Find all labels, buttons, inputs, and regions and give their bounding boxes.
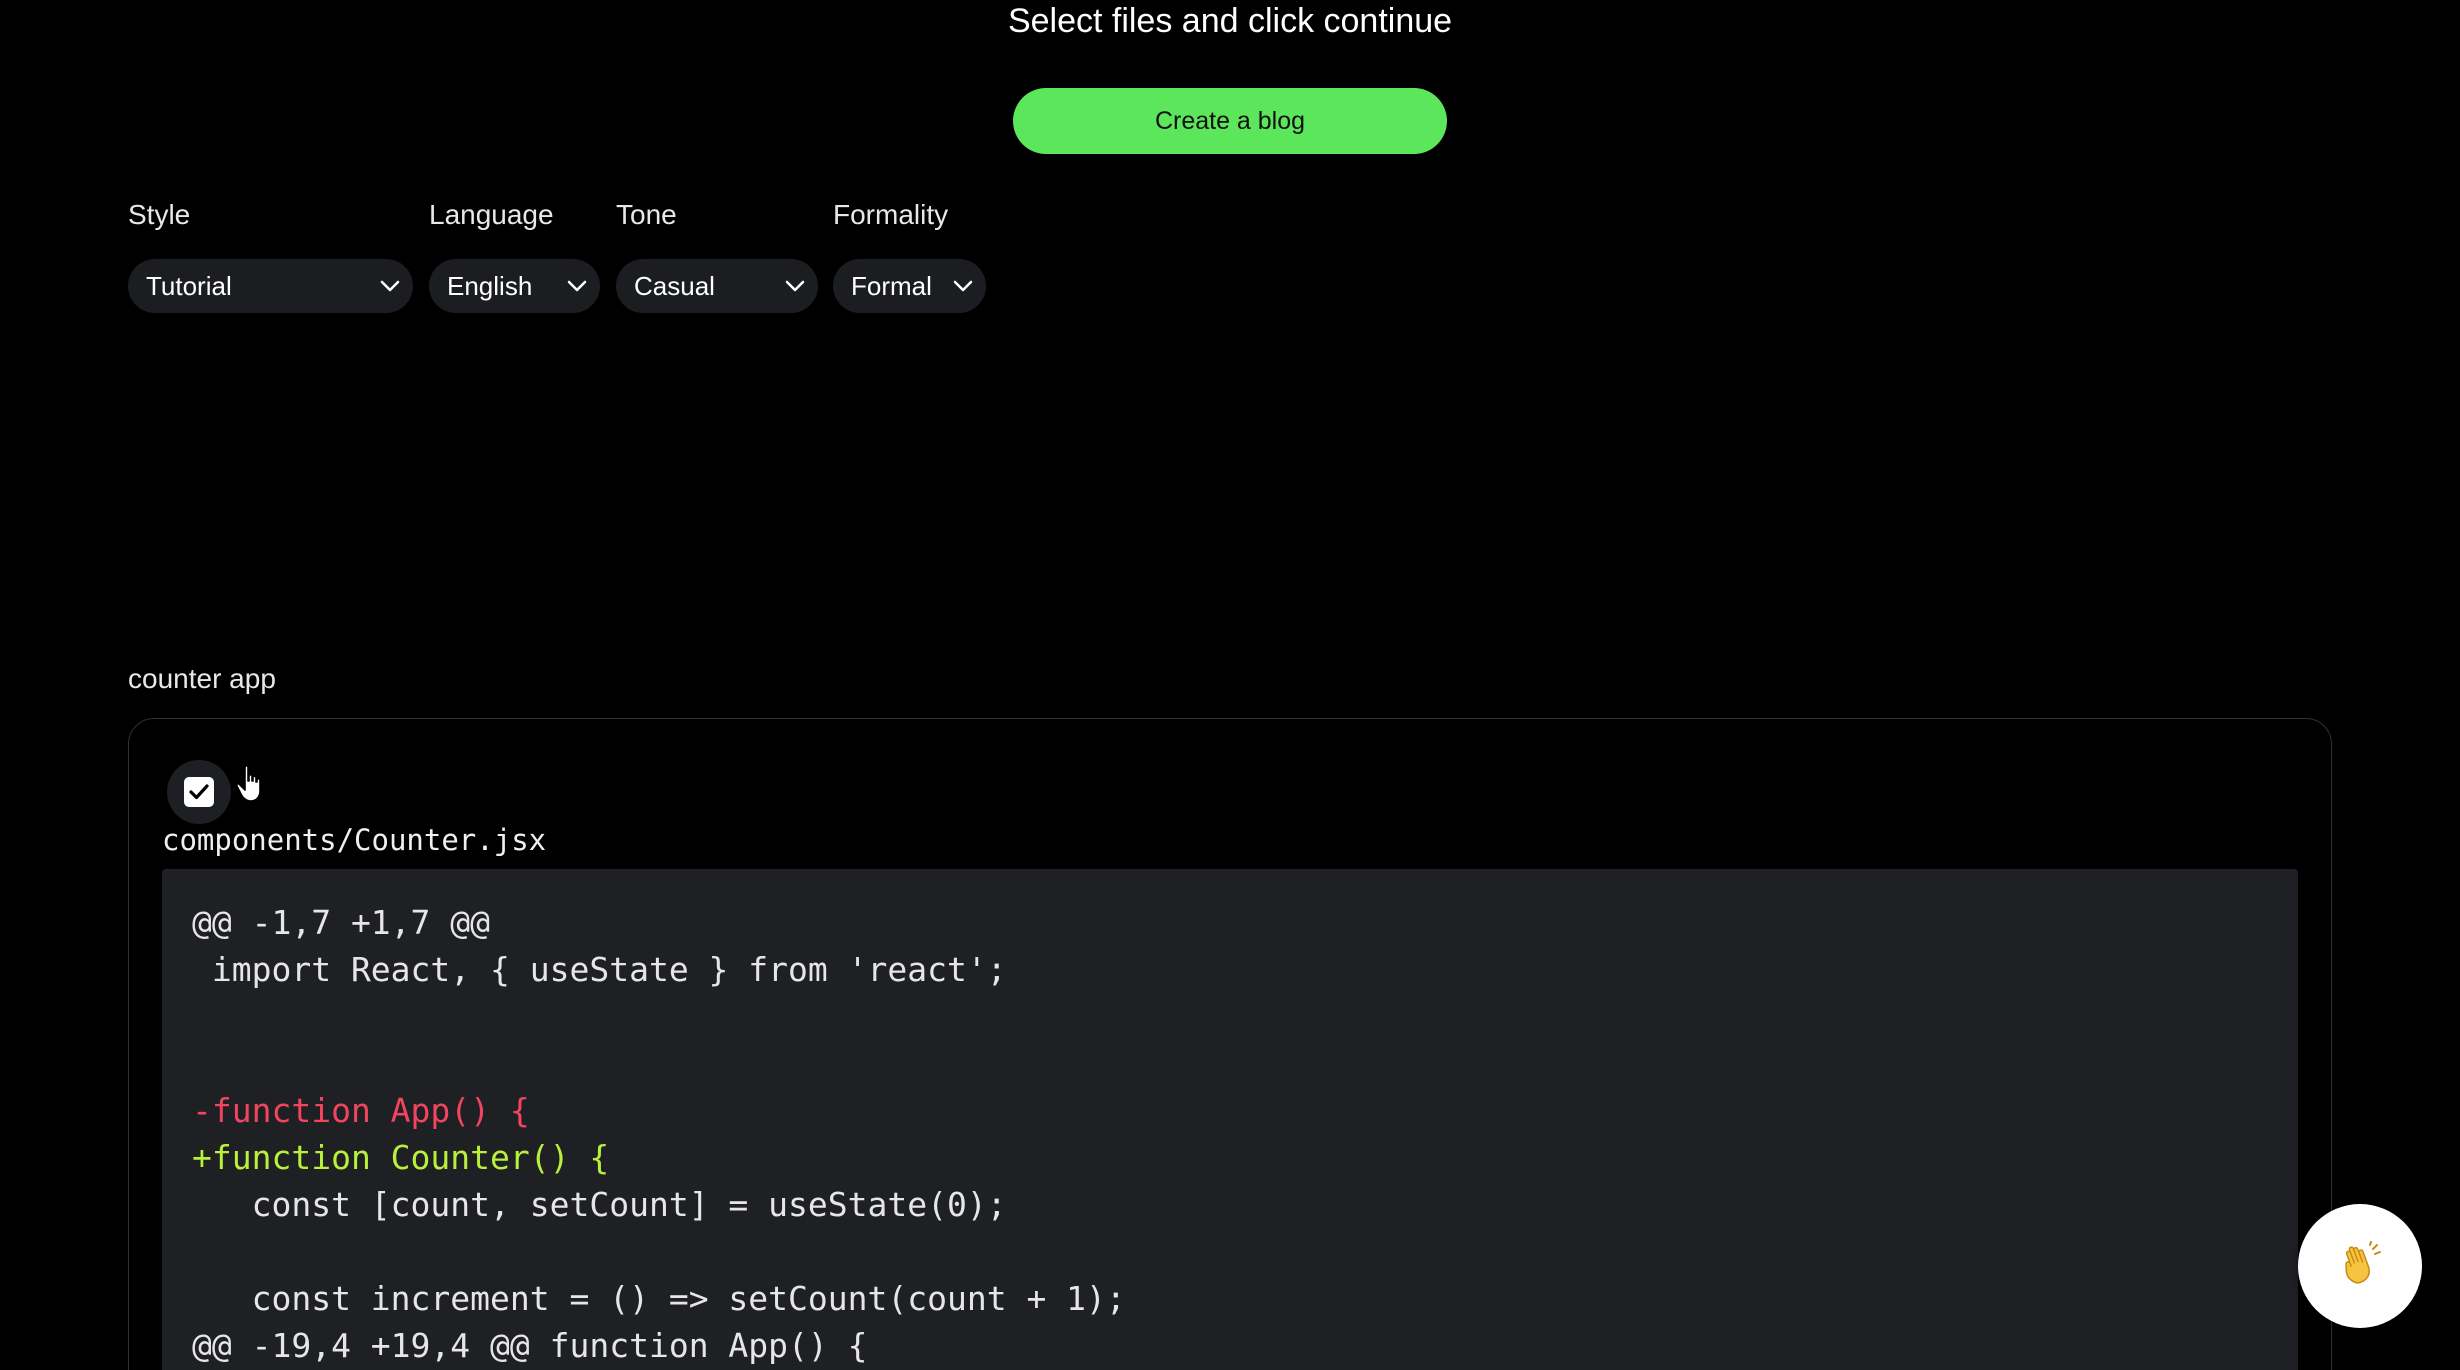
file-checkbox[interactable] [167,760,231,824]
language-select-value: English [447,270,533,301]
page-title: Select files and click continue [1007,2,1453,40]
style-select-value: Tutorial [146,270,232,301]
diff-line: +function Counter() { [192,1138,610,1177]
diff-line: @@ -1,7 +1,7 @@ [192,903,491,942]
tone-label: Tone [616,199,677,230]
diff-line [192,1040,1126,1087]
help-chat-button[interactable] [2298,1204,2422,1328]
tone-select-value: Casual [634,270,715,301]
chevron-down-icon [566,275,588,297]
formality-select-value: Formal [851,270,932,301]
language-label: Language [429,199,554,230]
waving-hand-icon [2337,1240,2383,1292]
diff-line: const increment = () => setCount(count +… [192,1279,1126,1318]
hand-pointer-icon [234,764,268,804]
formality-label: Formality [833,199,949,230]
diff-line: import React, { useState } from 'react'; [192,950,1007,989]
diff-line [192,1228,1126,1275]
page: Select files and click continue Create a… [0,0,2460,1370]
diff-line [192,993,1126,1040]
chevron-down-icon [952,275,974,297]
language-select[interactable]: English [429,259,600,313]
style-label: Style [128,199,191,230]
diff-line: const [count, setCount] = useState(0); [192,1185,1007,1224]
diff-line: @@ -19,4 +19,4 @@ function App() { [192,1326,868,1365]
style-select[interactable]: Tutorial [128,259,413,313]
formality-select[interactable]: Formal [833,259,986,313]
diff-line: -function App() { [192,1091,530,1130]
checkmark-icon [184,777,214,807]
project-name: counter app [128,663,276,694]
chevron-down-icon [784,275,806,297]
diff-code-block: @@ -1,7 +1,7 @@ import React, { useState… [162,869,2298,1370]
diff-lines: @@ -1,7 +1,7 @@ import React, { useState… [192,899,1126,1369]
tone-select[interactable]: Casual [616,259,818,313]
chevron-down-icon [379,275,401,297]
file-path: components/Counter.jsx [162,823,547,857]
create-blog-button[interactable]: Create a blog [1013,88,1447,154]
